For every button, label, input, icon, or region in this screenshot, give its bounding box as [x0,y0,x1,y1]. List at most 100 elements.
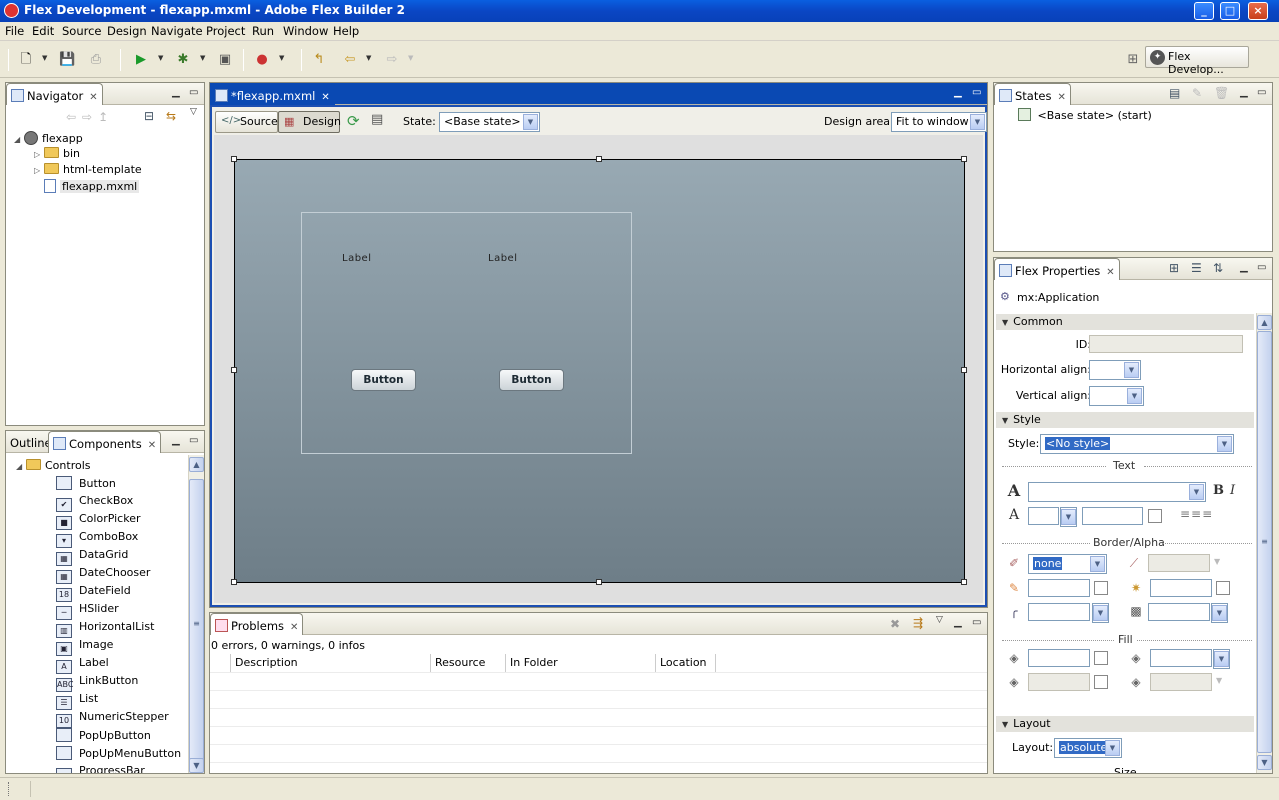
profile-icon[interactable]: ▣ [217,52,233,68]
external-tools-icon[interactable]: ● [254,52,270,68]
print-icon[interactable]: ⎙ [88,52,104,68]
component-item[interactable]: ▣ Image [56,638,113,656]
minimize-icon[interactable]: ▁ [1240,87,1248,98]
bold-button[interactable]: B [1213,483,1224,498]
highlight-color-swatch[interactable] [1216,581,1230,595]
design-button[interactable]: ▦ Design [278,111,341,133]
component-item[interactable]: PopUpMenuButton [56,746,181,764]
corner-radius-select[interactable]: ▼ [1092,603,1109,623]
last-edit-icon[interactable]: ↰ [311,52,327,68]
component-item[interactable]: ▬ ProgressBar [56,764,145,773]
fill-color-field[interactable] [1028,649,1090,667]
run-icon[interactable]: ▶ [133,52,149,68]
collapse-all-icon[interactable]: ⊟ [144,109,154,123]
design-area-select[interactable]: Fit to window ▼ [891,112,987,132]
tab-problems[interactable]: Problems ✕ [210,613,304,635]
link-editor-icon[interactable]: ⇆ [166,109,176,123]
maximize-icon[interactable]: ▭ [1257,87,1266,98]
components-scrollbar[interactable]: ▲ ≡ ▼ [188,455,204,773]
highlight-color-field[interactable] [1150,579,1212,597]
fill-color-2-select[interactable]: ▼ [1213,649,1230,669]
category-view-icon[interactable]: ☰ [1191,261,1202,275]
open-perspective-icon[interactable]: ⊞ [1125,52,1141,68]
tree-item-folder[interactable]: ▷ html-template [34,163,142,179]
menu-source[interactable]: Source [62,24,102,38]
forward-icon[interactable]: ⇨ [384,52,400,68]
tab-flex-properties[interactable]: Flex Properties ✕ [994,258,1120,280]
state-select[interactable]: <Base state> ▼ [439,112,540,132]
component-item[interactable]: PopUpButton [56,728,151,746]
section-style[interactable]: ▼ Style [996,412,1254,428]
state-item[interactable]: <Base state> (start) [1018,108,1152,124]
column-description[interactable]: Description [231,654,431,672]
resize-handle[interactable] [231,579,237,585]
resize-handle[interactable] [596,579,602,585]
scroll-thumb[interactable]: ≡ [1257,331,1272,753]
menu-design[interactable]: Design [107,24,147,38]
minimize-icon[interactable]: ▁ [1240,262,1248,273]
component-item[interactable]: ☰ List [56,692,98,710]
menu-project[interactable]: Project [206,24,245,38]
view-menu-icon[interactable]: ▽ [190,107,197,117]
flex-button[interactable]: Button [351,369,416,391]
back-icon[interactable]: ⇦ [342,52,358,68]
component-item[interactable]: ▾ ComboBox [56,530,138,548]
resize-handle[interactable] [961,367,967,373]
border-color-swatch[interactable] [1094,581,1108,595]
resize-handle[interactable] [231,367,237,373]
component-item[interactable]: A Label [56,656,109,674]
scroll-down-icon[interactable]: ▼ [1257,755,1272,770]
chevron-down-icon[interactable]: ▼ [1216,676,1222,685]
maximize-icon[interactable]: ▭ [1257,262,1266,273]
component-item[interactable]: ▦ DataGrid [56,548,128,566]
maximize-button[interactable]: □ [1220,2,1240,20]
text-align-icons[interactable]: ≡≡≡ [1180,507,1213,521]
alpha-view-icon[interactable]: ⇅ [1213,261,1223,275]
resize-handle[interactable] [596,156,602,162]
menu-run[interactable]: Run [252,24,274,38]
external-tools-dropdown-icon[interactable]: ▼ [279,54,284,62]
component-item[interactable]: 10 NumericStepper [56,710,169,728]
component-item[interactable]: 18 DateField [56,584,131,602]
style-select[interactable]: <No style> ▼ [1040,434,1234,454]
maximize-icon[interactable]: ▭ [972,87,981,98]
maximize-icon[interactable]: ▭ [189,435,198,446]
maximize-icon[interactable]: ▭ [972,617,981,628]
filter-icon[interactable]: ⇶ [913,616,923,630]
save-icon[interactable]: 💾 [59,52,75,68]
flex-button[interactable]: Button [499,369,564,391]
id-field[interactable] [1089,335,1243,353]
scroll-up-icon[interactable]: ▲ [189,457,204,472]
perspective-button[interactable]: ✦ Flex Develop... [1145,46,1249,76]
source-button[interactable]: </> Source [215,111,278,133]
font-size-select[interactable]: ▼ [1060,507,1077,527]
properties-scrollbar[interactable]: ▲ ≡ ▼ [1256,313,1272,773]
tree-item-folder[interactable]: ▷ bin [34,147,80,163]
scroll-down-icon[interactable]: ▼ [189,758,204,773]
new-state-icon[interactable]: ▤ [1169,86,1180,100]
new-dropdown-icon[interactable]: ▼ [42,54,47,62]
tree-item-file[interactable]: flexapp.mxml [44,179,140,195]
menu-help[interactable]: Help [333,24,359,38]
border-color-field[interactable] [1028,579,1090,597]
delete-icon[interactable]: ✖ [890,617,900,631]
fill-color-swatch[interactable] [1094,651,1108,665]
component-item[interactable]: Button [56,476,116,494]
fill-alpha-2-field[interactable] [1150,673,1212,691]
section-common[interactable]: ▼ Common [996,314,1254,330]
section-layout[interactable]: ▼ Layout [996,716,1254,732]
view-menu-icon[interactable]: ▽ [936,615,943,625]
scroll-up-icon[interactable]: ▲ [1257,315,1272,330]
expand-icon[interactable]: ▷ [34,150,44,159]
resize-handle[interactable] [961,579,967,585]
navigator-nav-icons[interactable]: ⇦⇨↥ [66,110,114,124]
back-dropdown-icon[interactable]: ▼ [366,54,371,62]
text-color-swatch[interactable] [1148,509,1162,523]
component-item[interactable]: ABC LinkButton [56,674,138,692]
layout-select[interactable]: absolute ▼ [1054,738,1122,758]
close-tab-icon[interactable]: ✕ [89,92,97,103]
chevron-down-icon[interactable]: ▼ [1214,557,1220,566]
alpha-select[interactable]: ▼ [1211,603,1228,623]
component-item[interactable]: ─ HSlider [56,602,119,620]
menu-window[interactable]: Window [283,24,328,38]
